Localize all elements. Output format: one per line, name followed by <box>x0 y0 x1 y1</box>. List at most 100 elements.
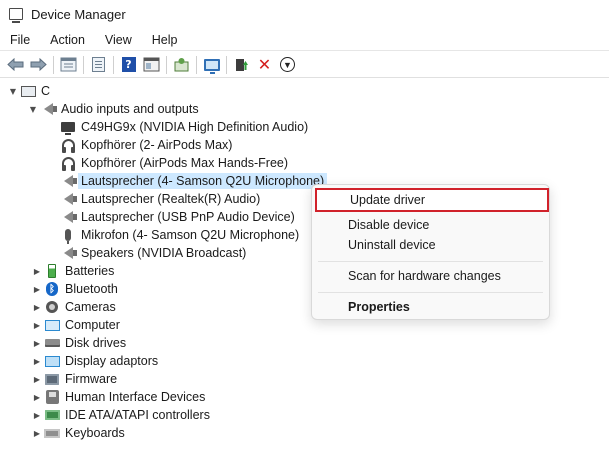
device-label: Mikrofon (4- Samson Q2U Microphone) <box>81 228 300 242</box>
document-icon[interactable] <box>89 55 108 74</box>
speaker-icon <box>40 101 57 117</box>
camera-icon <box>44 299 60 315</box>
tree-device[interactable]: Kopfhörer (2- AirPods Max) <box>60 136 232 154</box>
expand-chevron-icon[interactable]: ▶ <box>30 429 44 438</box>
tree-device[interactable]: Kopfhörer (AirPods Max Hands-Free) <box>60 154 288 172</box>
collapse-chevron-icon[interactable]: ▼ <box>26 105 40 114</box>
microphone-icon <box>60 227 76 244</box>
expand-chevron-icon[interactable]: ▶ <box>30 321 44 330</box>
expand-chevron-icon[interactable]: ▶ <box>30 357 44 366</box>
headphone-icon <box>60 155 76 171</box>
menu-separator <box>318 261 543 262</box>
category-label: IDE ATA/ATAPI controllers <box>65 408 210 422</box>
tree-category-bluetooth[interactable]: ▶ ᛒ Bluetooth <box>30 280 118 298</box>
expand-chevron-icon[interactable]: ▶ <box>30 411 44 420</box>
tree-category-ide[interactable]: ▶ IDE ATA/ATAPI controllers <box>30 406 210 424</box>
back-arrow-icon[interactable] <box>6 55 25 74</box>
collapse-chevron-icon[interactable]: ▼ <box>6 87 20 96</box>
expand-chevron-icon[interactable]: ▶ <box>30 375 44 384</box>
expand-chevron-icon[interactable]: ▶ <box>30 303 44 312</box>
tree-category-disk-drives[interactable]: ▶ Disk drives <box>30 334 126 352</box>
context-menu: Update driver Disable device Uninstall d… <box>311 184 550 320</box>
menu-separator <box>318 292 543 293</box>
category-label: Batteries <box>65 264 115 278</box>
category-label: Firmware <box>65 372 118 386</box>
uninstall-device-menu-item[interactable]: Uninstall device <box>316 233 545 257</box>
forward-arrow-icon[interactable] <box>29 55 48 74</box>
tree-category-keyboards[interactable]: ▶ Keyboards <box>30 424 125 442</box>
menu-action[interactable]: Action <box>39 33 94 47</box>
download-arrow-icon[interactable]: ▼ <box>278 55 297 74</box>
device-label: Speakers (NVIDIA Broadcast) <box>81 246 247 260</box>
tree-device[interactable]: Speakers (NVIDIA Broadcast) <box>60 244 246 262</box>
window-icon[interactable] <box>142 55 161 74</box>
expand-chevron-icon[interactable]: ▶ <box>30 267 44 276</box>
device-manager-icon <box>9 8 23 23</box>
toolbar-separator <box>113 55 114 74</box>
tree-device-selected[interactable]: Lautsprecher (4- Samson Q2U Microphone) <box>60 172 328 190</box>
ide-controller-icon <box>44 407 60 423</box>
menu-view[interactable]: View <box>94 33 141 47</box>
keyboard-icon <box>44 425 60 441</box>
monitor-icon[interactable] <box>202 55 221 74</box>
battery-icon <box>44 263 60 279</box>
window-title: Device Manager <box>31 6 126 22</box>
toolbar-separator <box>53 55 54 74</box>
category-label: Bluetooth <box>65 282 118 296</box>
tree-device[interactable]: C49HG9x (NVIDIA High Definition Audio) <box>60 118 308 136</box>
toolbar-separator <box>226 55 227 74</box>
tree-category-batteries[interactable]: ▶ Batteries <box>30 262 114 280</box>
tree-category-display-adaptors[interactable]: ▶ Display adaptors <box>30 352 158 370</box>
expand-chevron-icon[interactable]: ▶ <box>30 393 44 402</box>
toolbar-separator <box>83 55 84 74</box>
category-label: Display adaptors <box>65 354 159 368</box>
tree-root-label: C <box>41 84 51 98</box>
tree-category-computer[interactable]: ▶ Computer <box>30 316 120 334</box>
disk-drive-icon <box>44 335 60 351</box>
bluetooth-icon: ᛒ <box>44 281 60 297</box>
speaker-icon <box>60 245 77 261</box>
tree-device[interactable]: Lautsprecher (Realtek(R) Audio) <box>60 190 260 208</box>
tree-category-firmware[interactable]: ▶ Firmware <box>30 370 117 388</box>
tree-device[interactable]: Mikrofon (4- Samson Q2U Microphone) <box>60 226 299 244</box>
uninstall-x-icon[interactable]: ✕ <box>255 55 274 74</box>
properties-menu-item[interactable]: Properties <box>316 295 545 319</box>
tree-category-cameras[interactable]: ▶ Cameras <box>30 298 116 316</box>
menu-bar: File Action View Help <box>0 29 609 51</box>
update-driver-icon[interactable] <box>232 55 251 74</box>
speaker-icon <box>60 191 77 207</box>
category-label: Human Interface Devices <box>65 390 206 404</box>
help-icon[interactable]: ? <box>119 55 138 74</box>
scan-hardware-icon[interactable] <box>172 55 191 74</box>
tree-device[interactable]: Lautsprecher (USB PnP Audio Device) <box>60 208 295 226</box>
toolbar-separator <box>166 55 167 74</box>
update-driver-menu-item[interactable]: Update driver <box>315 188 549 212</box>
menu-file[interactable]: File <box>0 33 39 47</box>
properties-icon[interactable] <box>59 55 78 74</box>
category-label: Keyboards <box>65 426 125 440</box>
title-bar: Device Manager <box>0 0 609 28</box>
computer-icon <box>20 83 36 99</box>
device-label: Kopfhörer (AirPods Max Hands-Free) <box>81 156 289 170</box>
category-label: Disk drives <box>65 336 127 350</box>
computer-icon <box>44 317 60 333</box>
scan-hardware-menu-item[interactable]: Scan for hardware changes <box>316 264 545 288</box>
category-label: Audio inputs and outputs <box>61 102 199 116</box>
speaker-icon <box>60 209 77 225</box>
monitor-icon <box>60 119 76 135</box>
headphone-icon <box>60 137 76 153</box>
hid-icon <box>44 389 60 405</box>
menu-help[interactable]: Help <box>141 33 187 47</box>
tree-root[interactable]: ▼ C <box>6 82 50 100</box>
device-label: Kopfhörer (2- AirPods Max) <box>81 138 233 152</box>
device-label: Lautsprecher (Realtek(R) Audio) <box>81 192 261 206</box>
speaker-icon <box>60 173 77 189</box>
device-label: Lautsprecher (USB PnP Audio Device) <box>81 210 295 224</box>
device-label: C49HG9x (NVIDIA High Definition Audio) <box>81 120 309 134</box>
expand-chevron-icon[interactable]: ▶ <box>30 285 44 294</box>
toolbar: ? ✕ ▼ <box>0 52 609 78</box>
expand-chevron-icon[interactable]: ▶ <box>30 339 44 348</box>
tree-category-hid[interactable]: ▶ Human Interface Devices <box>30 388 205 406</box>
tree-category-audio[interactable]: ▼ Audio inputs and outputs <box>26 100 199 118</box>
display-adapter-icon <box>44 353 60 369</box>
